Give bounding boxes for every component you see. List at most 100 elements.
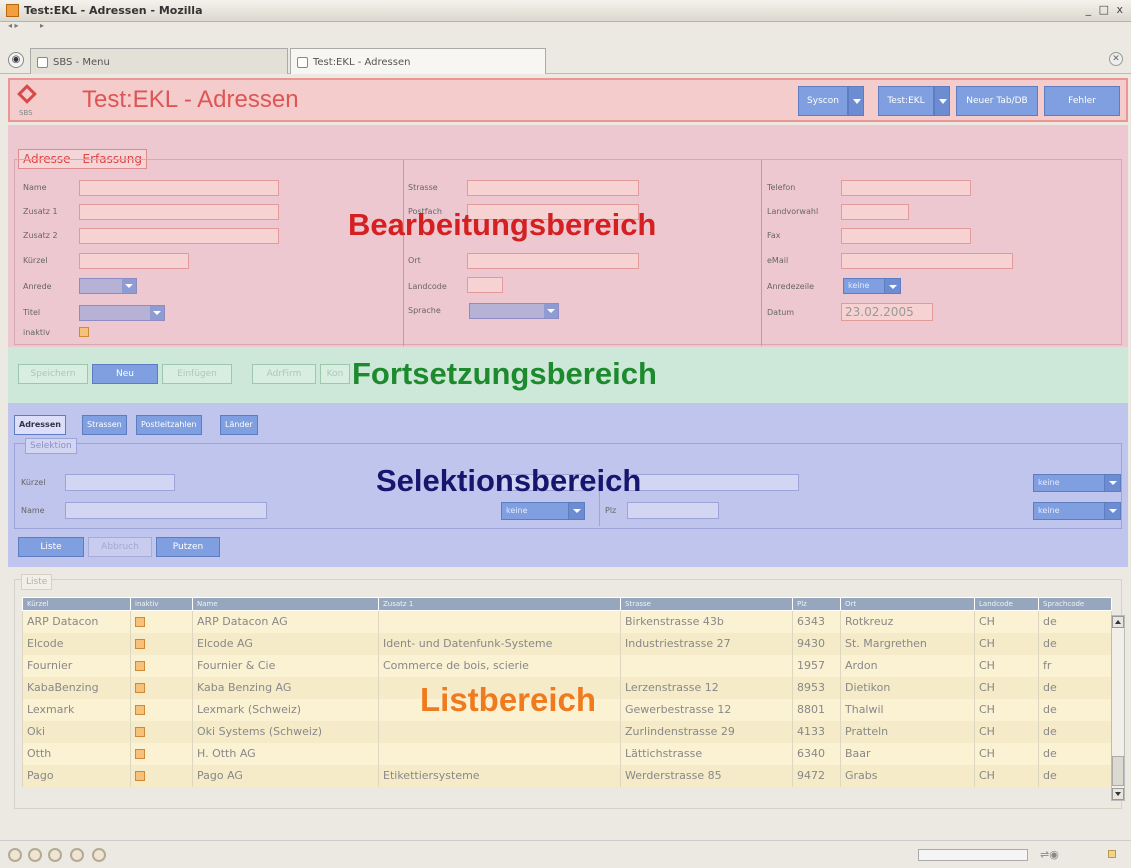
column-header[interactable]: Ort [840, 597, 975, 611]
browser-tab-menu[interactable]: SBS - Menu [30, 48, 288, 74]
email-field[interactable] [841, 253, 1013, 269]
inaktiv-checkbox[interactable] [135, 661, 145, 671]
inaktiv-checkbox[interactable] [135, 683, 145, 693]
table-row[interactable]: Pago Pago AG Etikettiersysteme Werderstr… [22, 764, 1112, 787]
select-filter-2[interactable]: keine [1033, 474, 1121, 492]
select-filter-3[interactable]: keine [1033, 502, 1121, 520]
select-value: keine [506, 506, 528, 515]
back-icon[interactable]: ◂ ▸ [8, 21, 19, 30]
anredezeile-select[interactable]: keine [843, 278, 901, 294]
table-row[interactable]: ARP Datacon ARP Datacon AG Birkenstrasse… [22, 610, 1112, 633]
list-scrollbar[interactable] [1111, 615, 1125, 801]
forward-icon[interactable]: ▸ [40, 21, 44, 30]
column-header[interactable]: inaktiv [130, 597, 193, 611]
putzen-button[interactable]: Putzen [156, 537, 220, 557]
scroll-up-icon[interactable] [1112, 616, 1124, 628]
column-header[interactable]: Landcode [974, 597, 1039, 611]
anrede-select[interactable] [79, 278, 137, 294]
table-row[interactable]: Otth H. Otth AG Lättichstrasse 6340 Baar… [22, 742, 1112, 765]
cell-sprachcode: de [1038, 698, 1112, 721]
cell-name: Elcode AG [192, 632, 379, 655]
tab-postleitzahlen[interactable]: Postleitzahlen [136, 415, 202, 435]
strasse-field[interactable] [467, 180, 639, 196]
kuerzel-field[interactable] [79, 253, 189, 269]
cell-inaktiv [130, 610, 193, 633]
landcode-field[interactable] [467, 277, 503, 293]
sbs-logo: SBS [16, 84, 42, 118]
navigator-icon[interactable] [8, 848, 22, 862]
tab-strassen[interactable]: Strassen [82, 415, 127, 435]
cell-ort: Ardon [840, 654, 975, 677]
name-field[interactable] [79, 180, 279, 196]
inaktiv-checkbox[interactable] [135, 639, 145, 649]
column-header[interactable]: Kürzel [22, 597, 131, 611]
label-kuerzel: Kürzel [21, 478, 46, 487]
table-row[interactable]: Elcode Elcode AG Ident- und Datenfunk-Sy… [22, 632, 1112, 655]
fax-field[interactable] [841, 228, 971, 244]
strasse-search-input[interactable] [627, 474, 799, 491]
select-filter-1[interactable]: keine [501, 502, 585, 520]
landvorwahl-field[interactable] [841, 204, 909, 220]
cell-plz: 6343 [792, 610, 841, 633]
liste-button[interactable]: Liste [18, 537, 84, 557]
inaktiv-checkbox[interactable] [135, 727, 145, 737]
chevron-down-icon [884, 279, 900, 293]
window-controls[interactable]: _ □ x [1086, 3, 1125, 16]
chevron-down-icon[interactable] [934, 86, 950, 116]
column-header[interactable]: Sprachcode [1038, 597, 1112, 611]
telefon-field[interactable] [841, 180, 971, 196]
inaktiv-checkbox[interactable] [135, 771, 145, 781]
kon-button[interactable]: Kon [320, 364, 350, 384]
table-row[interactable]: Fournier Fournier & Cie Commerce de bois… [22, 654, 1112, 677]
tab-adressen[interactable]: Adressen [14, 415, 66, 435]
datum-field[interactable]: 23.02.2005 [841, 303, 933, 321]
syscon-button[interactable]: Syscon [798, 86, 848, 116]
sprache-select[interactable] [469, 303, 559, 319]
neu-button[interactable]: Neu [92, 364, 158, 384]
go-icon[interactable]: ◉ [8, 52, 24, 68]
inaktiv-checkbox[interactable] [79, 327, 89, 337]
column-header[interactable]: Zusatz 1 [378, 597, 621, 611]
cell-ort: Baar [840, 742, 975, 765]
speichern-button[interactable]: Speichern [18, 364, 88, 384]
cell-sprachcode: de [1038, 764, 1112, 787]
label-name: Name [21, 506, 45, 515]
einfuegen-button[interactable]: Einfügen [162, 364, 232, 384]
browser-tab-adressen[interactable]: Test:EKL - Adressen [290, 48, 546, 74]
scroll-down-icon[interactable] [1112, 788, 1124, 800]
plz-search-input[interactable] [627, 502, 719, 519]
titel-select[interactable] [79, 305, 165, 321]
chat-icon[interactable] [70, 848, 84, 862]
continuation-region: Speichern Neu Einfügen AdrFirm Kon Forts… [8, 347, 1128, 403]
column-header[interactable]: Strasse [620, 597, 793, 611]
inaktiv-checkbox[interactable] [135, 705, 145, 715]
cell-name: Pago AG [192, 764, 379, 787]
zusatz1-field[interactable] [79, 204, 279, 220]
addressbook-icon[interactable] [92, 848, 106, 862]
cell-name: Kaba Benzing AG [192, 676, 379, 699]
cell-kuerzel: Otth [22, 742, 131, 765]
adrfirm-button[interactable]: AdrFirm [252, 364, 316, 384]
close-tab-icon[interactable]: ✕ [1109, 52, 1123, 66]
ort-field[interactable] [467, 253, 639, 269]
column-header[interactable]: Plz [792, 597, 841, 611]
inaktiv-checkbox[interactable] [135, 617, 145, 628]
window-titlebar: Test:EKL - Adressen - Mozilla _ □ x [0, 0, 1131, 22]
mail-icon[interactable] [28, 848, 42, 862]
chevron-down-icon[interactable] [848, 86, 864, 116]
new-tab-db-button[interactable]: Neuer Tab/DB [956, 86, 1038, 116]
inaktiv-checkbox[interactable] [135, 749, 145, 759]
column-header[interactable]: Name [192, 597, 379, 611]
edit-region: Adresse - Erfassung Name Zusatz 1 Zusatz… [8, 125, 1128, 347]
table-row[interactable]: Oki Oki Systems (Schweiz) Zurlindenstras… [22, 720, 1112, 743]
testekl-button[interactable]: Test:EKL [878, 86, 934, 116]
cell-name: Fournier & Cie [192, 654, 379, 677]
name-search-input[interactable] [65, 502, 267, 519]
abbruch-button[interactable]: Abbruch [88, 537, 152, 557]
kuerzel-search-input[interactable] [65, 474, 175, 491]
composer-icon[interactable] [48, 848, 62, 862]
tab-laender[interactable]: Länder [220, 415, 258, 435]
fehler-button[interactable]: Fehler [1044, 86, 1120, 116]
zusatz2-field[interactable] [79, 228, 279, 244]
scroll-thumb[interactable] [1112, 756, 1124, 786]
